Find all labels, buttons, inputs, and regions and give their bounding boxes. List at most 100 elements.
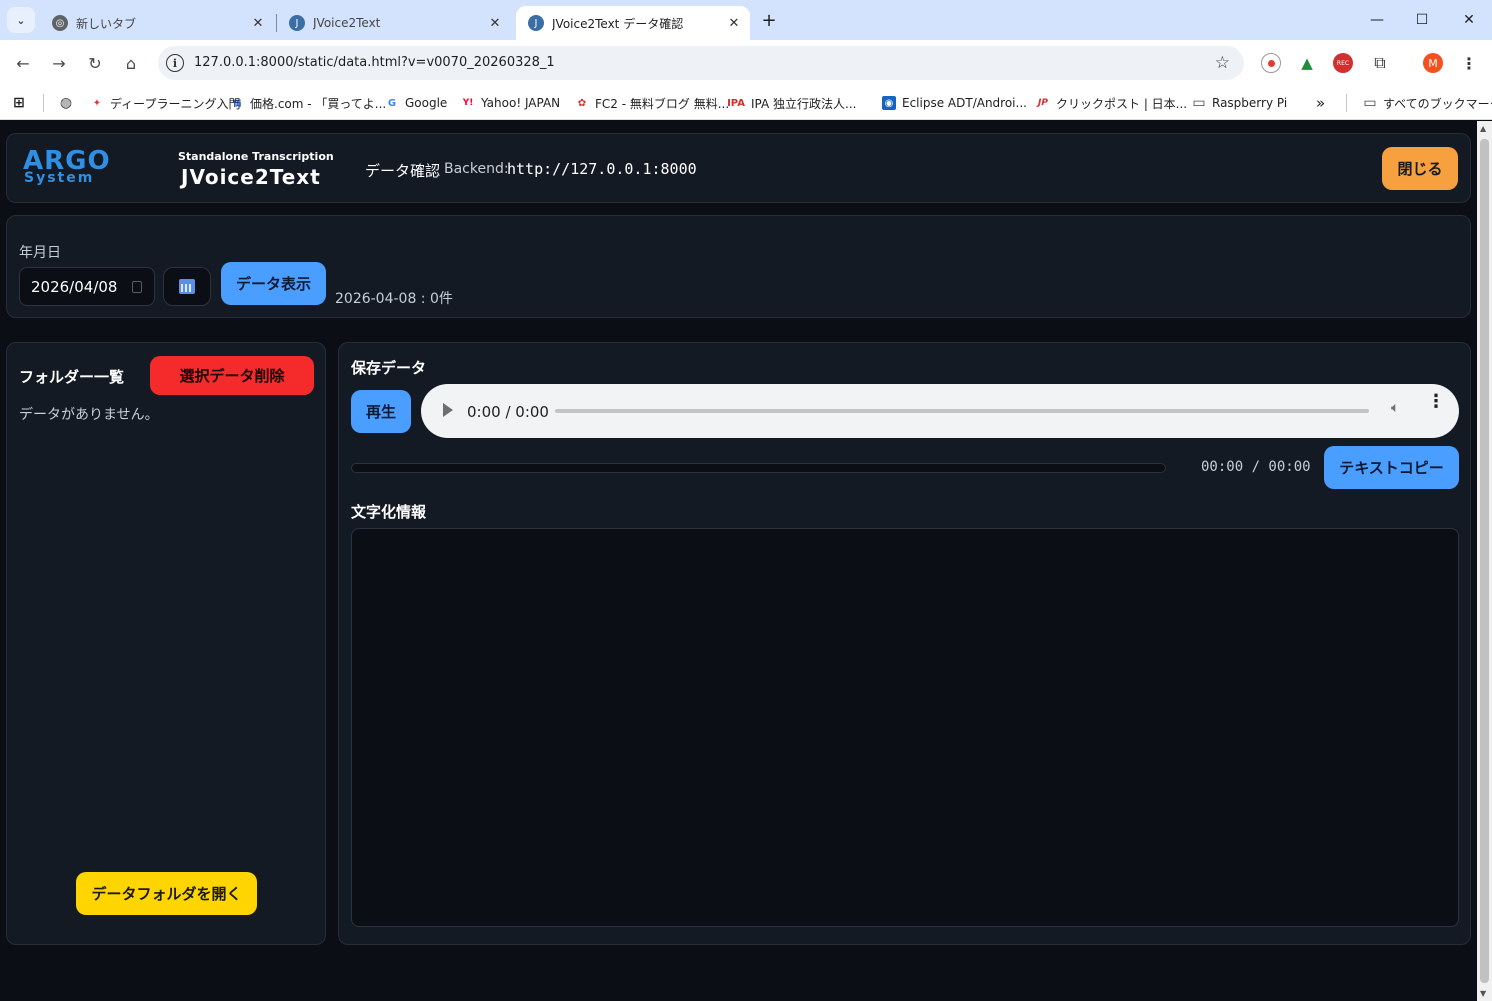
browser-toolbar: ← → ↻ ⌂ i 127.0.0.1:8000/static/data.htm…: [0, 40, 1492, 86]
bookmark-item[interactable]: ◉ Eclipse ADT/Androi...: [882, 93, 1027, 113]
scrollbar-thumb[interactable]: [1480, 139, 1489, 983]
bookmark-item[interactable]: JP クリックポスト | 日本...: [1036, 93, 1187, 113]
close-button[interactable]: 閉じる: [1382, 147, 1458, 190]
tab-close-icon[interactable]: ✕: [248, 13, 268, 33]
page-content: ARGO System Standalone Transcription JVo…: [0, 121, 1477, 1001]
arrow-right-icon: →: [52, 53, 66, 73]
app-name: JVoice2Text: [181, 165, 321, 189]
page-title: データ確認: [365, 162, 441, 180]
bookmark-item[interactable]: IPA IPA 独立行政法人...: [727, 93, 856, 113]
folder-list-panel: フォルダー一覧 選択データ削除 データがありません。 データフォルダを開く: [6, 342, 326, 945]
play-button[interactable]: 再生: [351, 390, 411, 433]
app-favicon-icon: J: [528, 15, 544, 31]
bookmark-label: Google: [405, 96, 448, 110]
delete-selected-button[interactable]: 選択データ削除: [150, 356, 314, 395]
window-close-button[interactable]: ✕: [1457, 8, 1481, 32]
maximize-button[interactable]: ☐: [1410, 8, 1434, 32]
app-subtitle: Standalone Transcription: [178, 150, 334, 163]
bookmark-folder[interactable]: ▭ Raspberry Pi: [1192, 93, 1287, 113]
copy-text-button[interactable]: テキストコピー: [1324, 446, 1459, 489]
site-info-icon[interactable]: i: [166, 54, 184, 72]
audio-time: 0:00 / 0:00: [467, 403, 549, 421]
bookmark-label: すべてのブックマーク: [1383, 96, 1492, 111]
bookmark-item[interactable]: 価価格.com - 「買ってよ...: [230, 93, 386, 113]
audio-player[interactable]: 0:00 / 0:00 🔈︎ ⋮: [421, 384, 1459, 438]
date-input[interactable]: 2026/04/08: [19, 267, 155, 306]
all-bookmarks-folder[interactable]: ▭ すべてのブックマーク: [1363, 93, 1492, 113]
bookmarks-bar: ⊞ ◍ ✦ ディープラーニング入門 価価格.com - 「買ってよ... G Goo…: [0, 86, 1492, 120]
calendar-button[interactable]: [163, 267, 211, 306]
google-drive-icon[interactable]: ▲: [1297, 53, 1317, 73]
bookmark-label: Yahoo! JAPAN: [481, 96, 561, 110]
apps-grid-icon[interactable]: ⊞: [12, 93, 32, 113]
tab-close-icon[interactable]: ✕: [485, 13, 505, 33]
browser-menu-icon[interactable]: ⋮: [1459, 53, 1479, 73]
bookmark-divider: [1346, 94, 1347, 112]
bookmark-favicon-icon: 価: [233, 98, 241, 108]
tab-new-tab[interactable]: ◎ 新しいタブ ✕: [40, 6, 274, 40]
folder-list-title: フォルダー一覧: [19, 368, 125, 386]
bookmark-item[interactable]: G Google: [385, 93, 447, 113]
record-extension-icon[interactable]: [1261, 53, 1281, 73]
home-icon: ⌂: [125, 53, 137, 73]
bookmark-star-icon[interactable]: ☆: [1215, 53, 1230, 73]
date-value: 2026/04/08: [31, 277, 118, 296]
minimize-button[interactable]: —: [1365, 8, 1389, 32]
scroll-down-icon[interactable]: ▼: [1480, 989, 1486, 998]
time-readout: 00:00 / 00:00: [1201, 459, 1311, 475]
chrome-icon: ◎: [52, 15, 68, 31]
date-filter-panel: 年月日 2026/04/08 データ表示 2026-04-08 : 0件: [6, 215, 1471, 318]
tab-data-check[interactable]: J JVoice2Text データ確認 ✕: [516, 6, 750, 40]
show-data-button[interactable]: データ表示: [221, 262, 326, 305]
page-scrollbar[interactable]: ▲ ▼: [1477, 121, 1492, 1001]
bookmark-favicon-icon: JP: [1038, 98, 1048, 108]
calendar-picker-icon[interactable]: [132, 281, 142, 293]
scroll-up-icon[interactable]: ▲: [1480, 124, 1486, 133]
open-data-folder-button[interactable]: データフォルダを開く: [76, 872, 257, 915]
browser-titlebar: ⌄ ◎ 新しいタブ ✕ J JVoice2Text ✕ J JVoice2Tex…: [0, 0, 1492, 40]
tab-jvoice2text[interactable]: J JVoice2Text ✕: [277, 6, 511, 40]
forward-button[interactable]: →: [47, 51, 71, 75]
bookmark-favicon-icon: Y!: [462, 98, 474, 108]
address-bar[interactable]: i 127.0.0.1:8000/static/data.html?v=v007…: [158, 46, 1244, 80]
back-button[interactable]: ←: [11, 51, 35, 75]
tab-title: JVoice2Text: [313, 16, 381, 30]
bookmark-item[interactable]: ✿ FC2 - 無料ブログ 無料...: [575, 93, 729, 113]
bookmark-favicon-icon: ✦: [92, 97, 102, 109]
tab-close-icon[interactable]: ✕: [724, 13, 744, 33]
extensions-icon[interactable]: ⧉: [1370, 53, 1390, 73]
bookmark-label: Raspberry Pi: [1212, 96, 1288, 110]
tab-search-button[interactable]: ⌄: [7, 7, 35, 33]
volume-icon[interactable]: 🔈︎: [1391, 400, 1399, 416]
backend-label: Backend:: [444, 161, 509, 177]
bookmark-label: IPA 独立行政法人...: [751, 96, 857, 111]
bookmark-label: Eclipse ADT/Androi...: [902, 96, 1027, 110]
bookmark-item[interactable]: ✦ ディープラーニング入門: [90, 93, 241, 113]
audio-seek-bar[interactable]: [555, 409, 1369, 413]
bookmark-favicon-icon: IPA: [727, 97, 745, 109]
url-text[interactable]: 127.0.0.1:8000/static/data.html?v=v0070_…: [194, 55, 555, 70]
play-icon[interactable]: [443, 403, 453, 417]
logo-text-bottom: System: [24, 170, 95, 186]
bookmark-item[interactable]: Y! Yahoo! JAPAN: [461, 93, 560, 113]
folder-icon: ▭: [1192, 95, 1206, 111]
arrow-left-icon: ←: [16, 53, 30, 73]
profile-avatar[interactable]: M: [1423, 53, 1443, 73]
reload-icon: ↻: [88, 53, 102, 73]
folder-icon: ▭: [1363, 95, 1377, 111]
new-tab-button[interactable]: +: [758, 9, 780, 31]
more-bookmarks-button[interactable]: »: [1316, 93, 1325, 113]
empty-message: データがありません。: [19, 407, 159, 423]
tab-title: JVoice2Text データ確認: [552, 16, 684, 31]
home-button[interactable]: ⌂: [119, 51, 143, 75]
globe-bookmark-icon[interactable]: ◍: [59, 93, 79, 113]
rec-extension-icon[interactable]: REC: [1333, 53, 1353, 73]
bookmark-favicon-icon: ◉: [882, 96, 896, 110]
bookmark-label: 価格.com - 「買ってよ...: [250, 96, 387, 111]
backend-url: http://127.0.0.1:8000: [507, 160, 697, 178]
transcription-textarea[interactable]: [351, 528, 1459, 927]
saved-data-panel: 保存データ 再生 0:00 / 0:00 🔈︎ ⋮ 00:00 / 00:00 …: [338, 342, 1471, 945]
more-options-icon[interactable]: ⋮: [1427, 393, 1445, 411]
calendar-icon: [179, 279, 195, 294]
reload-button[interactable]: ↻: [83, 51, 107, 75]
